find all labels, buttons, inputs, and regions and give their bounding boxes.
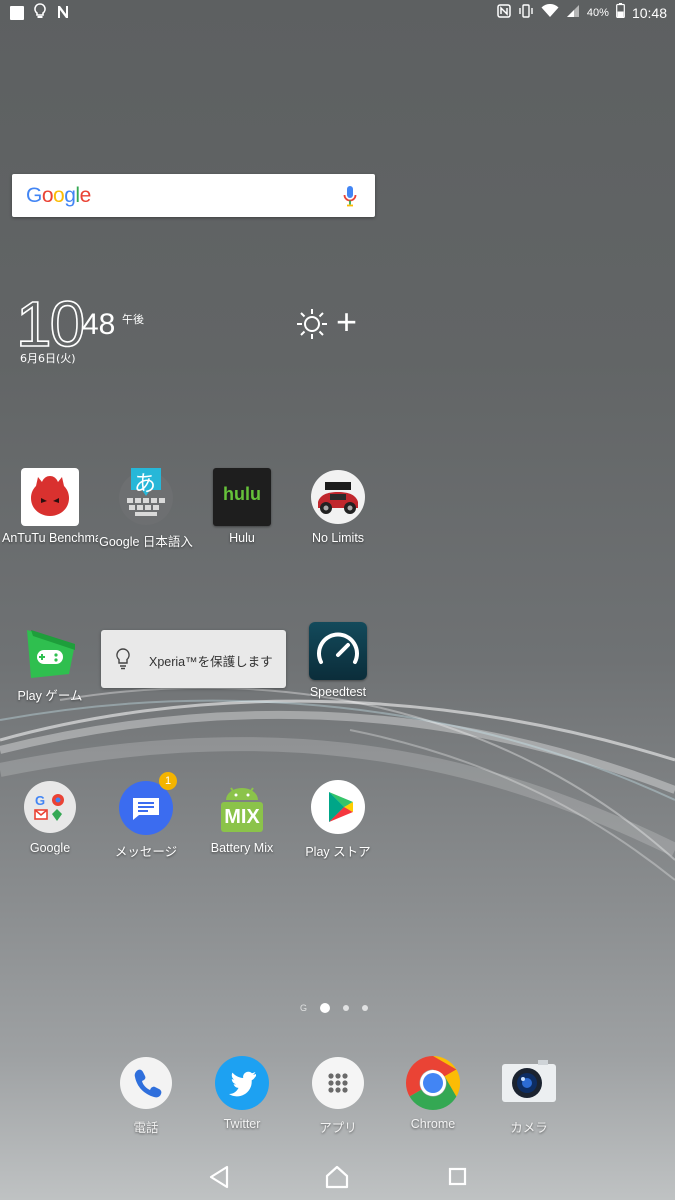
hiragana-glyph: あ bbox=[134, 472, 157, 497]
battery-icon bbox=[616, 3, 625, 22]
play-store-icon bbox=[309, 778, 367, 836]
app-label: アプリ bbox=[319, 1121, 357, 1135]
page-dot-active[interactable] bbox=[320, 1003, 331, 1013]
app-label: Speedtest bbox=[309, 685, 367, 699]
app-label: Google 日本語入 bbox=[99, 535, 193, 549]
lightbulb-icon bbox=[116, 648, 130, 674]
chrome-icon bbox=[404, 1054, 462, 1112]
app-label: Twitter bbox=[223, 1117, 261, 1131]
status-time: 10:48 bbox=[631, 4, 667, 21]
toast-text: Xperia™を保護します bbox=[149, 655, 273, 669]
page-dot[interactable] bbox=[343, 1005, 350, 1011]
app-label: Battery Mix bbox=[210, 841, 274, 855]
google-logo: Google bbox=[26, 184, 91, 207]
antutu-icon bbox=[21, 468, 79, 526]
lightbulb-icon bbox=[34, 3, 46, 23]
app-play-games[interactable]: Play ゲーム bbox=[2, 622, 98, 704]
mic-icon[interactable] bbox=[343, 185, 357, 211]
app-label: カメラ bbox=[510, 1121, 548, 1135]
app-label: Hulu bbox=[229, 531, 255, 545]
app-hulu[interactable]: hulu Hulu bbox=[194, 468, 290, 545]
app-messages[interactable]: 1 メッセージ bbox=[98, 772, 194, 860]
navigation-bar bbox=[0, 1152, 675, 1200]
app-label: Google bbox=[29, 841, 71, 855]
google-folder-icon: G bbox=[21, 778, 79, 836]
speedtest-icon bbox=[309, 622, 367, 680]
app-drawer[interactable]: アプリ bbox=[290, 1054, 386, 1136]
twitter-icon bbox=[213, 1054, 271, 1112]
need-for-speed-icon bbox=[309, 468, 367, 526]
unread-badge: 1 bbox=[159, 772, 177, 790]
status-bar: 40% 10:48 bbox=[0, 0, 675, 24]
app-label: Play ストア bbox=[305, 845, 371, 859]
back-icon[interactable] bbox=[203, 1164, 233, 1190]
app-drawer-icon bbox=[309, 1054, 367, 1112]
app-twitter[interactable]: Twitter bbox=[194, 1054, 290, 1131]
mix-wordmark: MIX bbox=[224, 806, 260, 828]
camera-icon bbox=[500, 1054, 558, 1112]
wifi-icon bbox=[541, 3, 559, 22]
google-search-bar[interactable]: Google bbox=[12, 174, 375, 217]
page-dot[interactable] bbox=[362, 1005, 369, 1011]
clock-hour: 10 bbox=[15, 288, 86, 360]
app-label: Play ゲーム bbox=[17, 689, 83, 703]
google-feed-dot[interactable]: G bbox=[300, 1003, 307, 1013]
sun-icon[interactable] bbox=[296, 308, 328, 344]
hulu-icon: hulu bbox=[213, 468, 271, 526]
messages-icon: 1 bbox=[117, 772, 177, 836]
app-speedtest[interactable]: Speedtest bbox=[290, 622, 386, 699]
phone-icon bbox=[117, 1054, 175, 1112]
play-games-icon bbox=[21, 622, 79, 680]
app-label: メッセージ bbox=[114, 845, 178, 859]
app-label: AnTuTu Benchma bbox=[2, 531, 98, 545]
app-label: No Limits bbox=[311, 531, 365, 545]
app-label: Chrome bbox=[410, 1117, 456, 1131]
app-no-limits[interactable]: No Limits bbox=[290, 468, 386, 545]
notification-square-icon bbox=[10, 6, 24, 20]
clock-date: 6月6日(火) bbox=[20, 352, 76, 365]
plus-icon[interactable]: + bbox=[336, 304, 357, 340]
toast-message: Xperia™を保護します bbox=[101, 630, 286, 688]
app-battery-mix[interactable]: MIX Battery Mix bbox=[194, 778, 290, 855]
hulu-wordmark: hulu bbox=[223, 484, 261, 504]
svg-text:G: G bbox=[35, 793, 45, 808]
app-camera[interactable]: カメラ bbox=[481, 1054, 577, 1136]
battery-percent: 40% bbox=[586, 6, 609, 19]
clock-ampm: 午後 bbox=[122, 313, 144, 326]
japanese-keyboard-icon: あ bbox=[117, 468, 175, 526]
vibrate-icon bbox=[518, 3, 534, 22]
n-icon bbox=[56, 4, 70, 23]
app-google-folder[interactable]: G Google bbox=[2, 778, 98, 855]
signal-icon bbox=[566, 4, 580, 22]
battery-mix-icon: MIX bbox=[213, 778, 271, 836]
app-phone[interactable]: 電話 bbox=[98, 1054, 194, 1136]
app-antutu[interactable]: AnTuTu Benchma bbox=[2, 468, 98, 545]
nfc-icon bbox=[497, 3, 511, 22]
app-play-store[interactable]: Play ストア bbox=[290, 778, 386, 860]
clock-minute: 48 bbox=[82, 308, 116, 341]
app-chrome[interactable]: Chrome bbox=[385, 1054, 481, 1131]
app-label: 電話 bbox=[133, 1121, 159, 1135]
page-indicator: G bbox=[300, 1003, 369, 1013]
home-icon[interactable] bbox=[322, 1164, 352, 1190]
recents-icon[interactable] bbox=[442, 1164, 472, 1190]
app-google-japanese-input[interactable]: あ Google 日本語入 bbox=[98, 468, 194, 550]
